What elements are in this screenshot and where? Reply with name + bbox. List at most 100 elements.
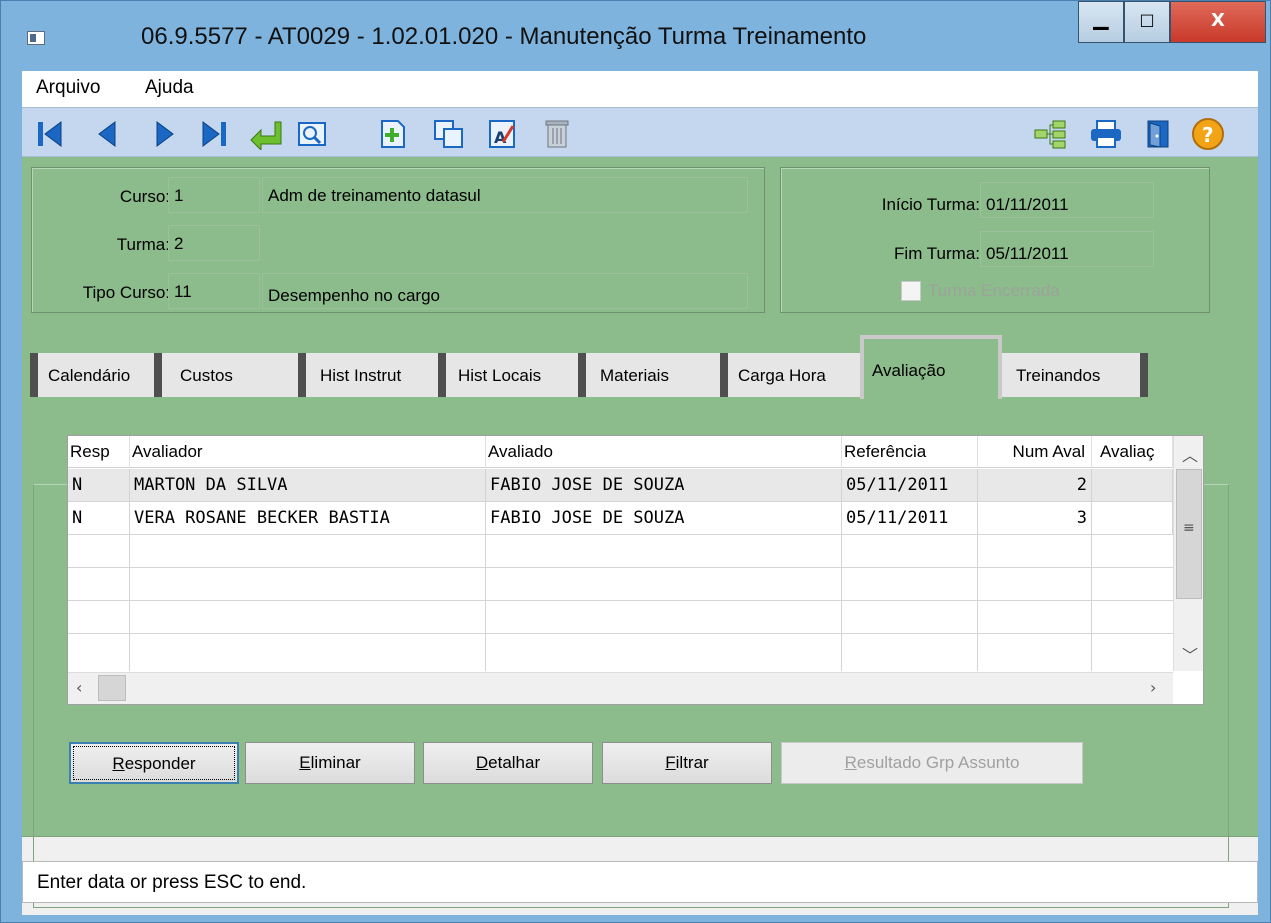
goto-button[interactable]: [249, 117, 283, 151]
empty-row: [68, 634, 1173, 671]
turma-encerrada-checkbox[interactable]: [901, 281, 921, 301]
tab-calendario[interactable]: Calendário: [30, 353, 162, 397]
maximize-button[interactable]: □: [1124, 1, 1170, 43]
menu-ajuda[interactable]: Ajuda: [145, 77, 194, 99]
turma-label: Turma:: [116, 235, 170, 254]
delete-button[interactable]: [540, 117, 574, 151]
tab-hist-instrut[interactable]: Hist Instrut: [306, 353, 446, 397]
maximize-icon: □: [1139, 10, 1155, 29]
filtrar-button[interactable]: Filtrar: [602, 742, 772, 784]
menu-bar: Arquivo Ajuda: [22, 71, 1258, 107]
tab-treinandos[interactable]: Treinandos: [1002, 353, 1148, 397]
empty-row: [68, 601, 1173, 634]
table-row[interactable]: N VERA ROSANE BECKER BASTIA FABIO JOSE D…: [68, 502, 1173, 535]
cell-referencia: 05/11/2011: [842, 469, 978, 502]
help-button[interactable]: ?: [1191, 117, 1225, 151]
col-referencia-header[interactable]: Referência: [842, 436, 978, 468]
cell-avaliacao: [1092, 502, 1173, 535]
edit-icon: A: [489, 120, 515, 148]
cell-num-aval: 3: [978, 502, 1092, 535]
minimize-icon: ▁: [1093, 6, 1109, 30]
grip-icon: ≡: [1183, 520, 1195, 536]
turma-encerrada-label: Turma Encerrada: [928, 281, 1060, 300]
fim-turma-field[interactable]: 05/11/2011: [980, 231, 1154, 267]
exit-button[interactable]: [1141, 117, 1175, 151]
vertical-scroll-thumb[interactable]: ≡: [1176, 469, 1202, 599]
print-icon: [1091, 120, 1121, 148]
tipo-curso-desc-field[interactable]: Desempenho no cargo: [262, 273, 748, 309]
tab-hist-locais[interactable]: Hist Locais: [446, 353, 586, 397]
detalhar-button[interactable]: Detalhar: [423, 742, 593, 784]
app-window: 06.9.5577 - AT0029 - 1.02.01.020 - Manut…: [0, 0, 1271, 923]
next-icon: [156, 121, 174, 147]
prev-icon: [98, 121, 116, 147]
toolbar: A ?: [22, 107, 1258, 157]
add-button[interactable]: [376, 117, 410, 151]
form-area: Curso: 1 Adm de treinamento datasul Turm…: [22, 157, 1258, 908]
svg-text:?: ?: [1202, 123, 1214, 147]
tab-carga-hora[interactable]: Carga Hora: [728, 353, 862, 397]
title-bar[interactable]: 06.9.5577 - AT0029 - 1.02.01.020 - Manut…: [1, 1, 1270, 71]
inicio-turma-field[interactable]: 01/11/2011: [980, 182, 1154, 218]
client-area: Arquivo Ajuda A ? Curso: 1 Adm de treina…: [22, 71, 1258, 915]
horizontal-scrollbar[interactable]: ‹ ›: [68, 672, 1173, 704]
first-record-button[interactable]: [33, 117, 67, 151]
add-icon: [381, 120, 405, 148]
search-icon: [298, 122, 326, 146]
cell-avaliador: VERA ROSANE BECKER BASTIA: [130, 502, 486, 535]
table-row[interactable]: N MARTON DA SILVA FABIO JOSE DE SOUZA 05…: [68, 469, 1173, 502]
col-avaliado-header[interactable]: Avaliado: [486, 436, 842, 468]
last-icon: [202, 121, 226, 147]
cell-avaliador: MARTON DA SILVA: [130, 469, 486, 502]
copy-button[interactable]: [432, 117, 466, 151]
cell-referencia: 05/11/2011: [842, 502, 978, 535]
cell-resp: N: [68, 469, 130, 502]
close-button[interactable]: X: [1170, 1, 1266, 43]
print-button[interactable]: [1089, 117, 1123, 151]
close-icon: X: [1211, 10, 1225, 31]
help-icon: ?: [1192, 118, 1224, 150]
scroll-left-icon[interactable]: ‹: [76, 678, 82, 697]
col-avaliador-header[interactable]: Avaliador: [130, 436, 486, 468]
cell-avaliacao: [1092, 469, 1173, 502]
turma-code-field[interactable]: 2: [168, 225, 260, 261]
tipo-curso-code-field[interactable]: 11: [168, 273, 260, 309]
search-button[interactable]: [295, 117, 329, 151]
horizontal-scroll-thumb[interactable]: [98, 675, 126, 701]
fim-turma-label: Fim Turma:: [894, 244, 980, 263]
app-icon[interactable]: [27, 31, 45, 45]
previous-record-button[interactable]: [91, 117, 125, 151]
tab-materiais[interactable]: Materiais: [586, 353, 728, 397]
vertical-scrollbar[interactable]: ︿ ≡ ﹀: [1173, 436, 1203, 671]
col-avaliacao-header[interactable]: Avaliaç: [1092, 436, 1173, 468]
goto-icon: [250, 121, 282, 150]
scroll-right-icon[interactable]: ›: [1150, 678, 1156, 697]
resultado-grp-assunto-button[interactable]: Resultado Grp Assunto: [781, 742, 1083, 784]
exit-icon: [1147, 120, 1169, 148]
delete-icon: [545, 120, 569, 148]
curso-desc-field[interactable]: Adm de treinamento datasul: [262, 177, 748, 213]
tree-button[interactable]: [1033, 117, 1067, 151]
last-record-button[interactable]: [197, 117, 231, 151]
curso-label: Curso:: [119, 187, 170, 206]
tree-icon: [1034, 120, 1066, 149]
empty-row: [68, 568, 1173, 601]
avaliacoes-grid[interactable]: Resp Avaliador Avaliado Referência Num A…: [67, 435, 1204, 705]
eliminar-button[interactable]: Eliminar: [245, 742, 415, 784]
scroll-down-icon[interactable]: ﹀: [1182, 642, 1198, 666]
scroll-up-icon[interactable]: ︿: [1182, 442, 1198, 466]
tab-avaliacao[interactable]: Avaliação: [860, 335, 1002, 399]
responder-button[interactable]: Responder: [69, 742, 239, 784]
minimize-button[interactable]: ▁: [1078, 1, 1124, 43]
cell-num-aval: 2: [978, 469, 1092, 502]
tipo-curso-label: Tipo Curso:: [82, 283, 170, 302]
inicio-turma-label: Início Turma:: [881, 195, 980, 214]
curso-code-field[interactable]: 1: [168, 177, 260, 213]
edit-button[interactable]: A: [485, 117, 519, 151]
col-resp-header[interactable]: Resp: [68, 436, 130, 468]
col-num-aval-header[interactable]: Num Aval: [978, 436, 1092, 468]
tab-custos[interactable]: Custos: [162, 353, 306, 397]
menu-arquivo[interactable]: Arquivo: [36, 77, 100, 99]
cell-avaliado: FABIO JOSE DE SOUZA: [486, 469, 842, 502]
next-record-button[interactable]: [147, 117, 181, 151]
